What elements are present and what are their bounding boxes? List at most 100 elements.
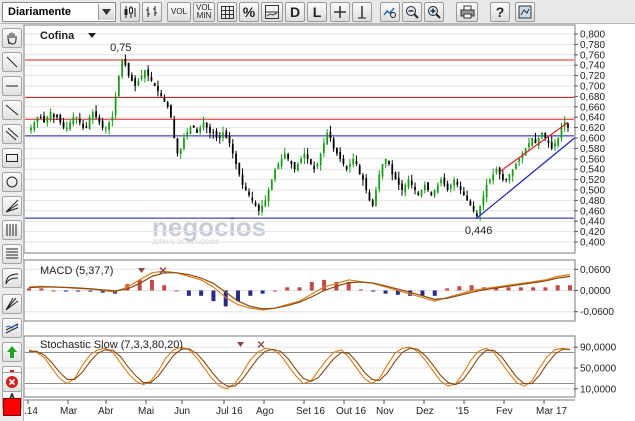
fibonacci-fan-tool[interactable] [2, 268, 22, 288]
candle-body [420, 190, 423, 197]
macd-histogram-bar [506, 287, 511, 291]
price-y-tick-label: 0,800 [580, 30, 605, 41]
candle-body [336, 148, 338, 154]
vertical-cursor-icon [355, 5, 369, 19]
ellipse-tool[interactable] [2, 172, 22, 192]
candle-body [508, 174, 511, 181]
candle-body [82, 123, 84, 128]
price-y-tick-label: 0,400 [580, 238, 605, 249]
candle-body [121, 60, 124, 77]
settings-button[interactable] [515, 2, 535, 22]
pan-tool[interactable] [2, 28, 22, 48]
zoom-chart-button[interactable] [380, 2, 400, 22]
stoch-panel-title[interactable]: Stochastic Slow (7,3,3,80,20) [40, 339, 265, 351]
price-annotation: 0,446 [465, 225, 493, 237]
x-tick-label: Nov [376, 406, 394, 417]
candle-body [176, 138, 179, 154]
macd-histogram-bar [285, 287, 290, 291]
trend-up-tool[interactable] [2, 342, 22, 362]
macd-histogram-bar [383, 290, 388, 294]
rectangle-tool[interactable] [2, 148, 22, 168]
horizontal-line-tool[interactable] [2, 76, 22, 96]
print-button[interactable] [456, 2, 478, 22]
drawing-color-swatch[interactable] [3, 398, 21, 416]
gann-tool[interactable] [2, 294, 22, 314]
volume-button[interactable]: VOL [167, 2, 191, 22]
price-y-tick-label: 0,660 [580, 102, 605, 113]
macd-histogram-bar [27, 288, 31, 291]
macd-histogram-bar [297, 287, 302, 291]
vertical-cursor-button[interactable] [352, 2, 372, 22]
bar-chart-button[interactable] [142, 2, 162, 22]
period-select[interactable]: Diariamente [2, 2, 116, 22]
fibonacci-tool[interactable] [2, 244, 22, 264]
candle-body [225, 131, 228, 138]
channel-tool[interactable] [2, 124, 22, 144]
delete-drawings-button[interactable] [2, 372, 22, 392]
price-y-tick-label: 0,740 [580, 61, 605, 72]
daily-scale-button[interactable]: D [285, 2, 305, 22]
chevron-down-icon [98, 4, 114, 20]
x-tick-label: Dez [416, 406, 434, 417]
split-panel-button[interactable] [261, 2, 283, 22]
price-y-tick-label: 0,760 [580, 50, 605, 61]
help-button[interactable]: ? [490, 2, 510, 22]
candle-body [186, 132, 189, 136]
candle-body [69, 122, 71, 129]
macd-histogram-bar [457, 286, 462, 291]
macd-histogram-bar [518, 287, 523, 291]
candle-body [283, 153, 286, 159]
crosshair-button[interactable] [330, 2, 350, 22]
price-y-tick-label: 0,540 [580, 165, 605, 176]
volume-min-button[interactable]: VOL MIN [193, 2, 215, 22]
candle-body [101, 120, 104, 128]
candle-body [531, 138, 534, 146]
candle-body [518, 158, 521, 162]
cycle-lines-tool[interactable] [2, 220, 22, 240]
price-y-tick-label: 0,580 [580, 144, 605, 155]
candle-body [365, 177, 368, 190]
log-scale-button[interactable]: L [307, 2, 327, 22]
candle-body [173, 119, 176, 138]
extended-line-icon [5, 103, 19, 117]
candle-body [410, 180, 413, 185]
candle-body [160, 93, 163, 97]
candle-body [417, 192, 420, 196]
candle-body [449, 184, 452, 189]
zoom-in-button[interactable] [424, 2, 444, 22]
fan-lines-tool[interactable] [2, 196, 22, 216]
percent-button[interactable]: % [239, 2, 259, 22]
candle-body [46, 117, 49, 123]
candle-body [391, 164, 394, 175]
grid-button[interactable] [217, 2, 237, 22]
candle-body [157, 85, 159, 92]
macd-histogram-bar [76, 290, 81, 292]
x-tick-label: Mar 17 [536, 406, 568, 417]
candle-body [401, 183, 403, 190]
candle-body [394, 172, 397, 180]
candle-body [459, 186, 462, 190]
regression-tool[interactable] [2, 318, 22, 338]
candle-body [554, 143, 556, 147]
stoch-gridlines [25, 346, 574, 390]
x-tick-label: Jun [174, 406, 190, 417]
zoom-out-button[interactable] [402, 2, 422, 22]
price-panel-title[interactable]: Cofina [40, 30, 96, 42]
extended-line-tool[interactable] [2, 100, 22, 120]
percent-button-label: % [242, 4, 256, 20]
stoch-close-icon[interactable] [257, 341, 265, 348]
candle-body [339, 151, 342, 159]
candle-body [453, 179, 455, 186]
line-tool[interactable] [2, 52, 22, 72]
candle-body [287, 154, 289, 159]
price-y-tick-label: 0,700 [580, 82, 605, 93]
macd-title: MACD (5,37,7) [40, 265, 113, 277]
drawing-tools-palette [0, 24, 24, 421]
candle-body [436, 184, 439, 193]
price-panel-frame [24, 24, 576, 254]
arc-icon [5, 271, 19, 285]
candle-body [534, 139, 537, 144]
candle-body [72, 117, 75, 125]
candlestick-chart-button[interactable] [120, 2, 140, 22]
price-y-tick-label: 0,480 [580, 196, 605, 207]
